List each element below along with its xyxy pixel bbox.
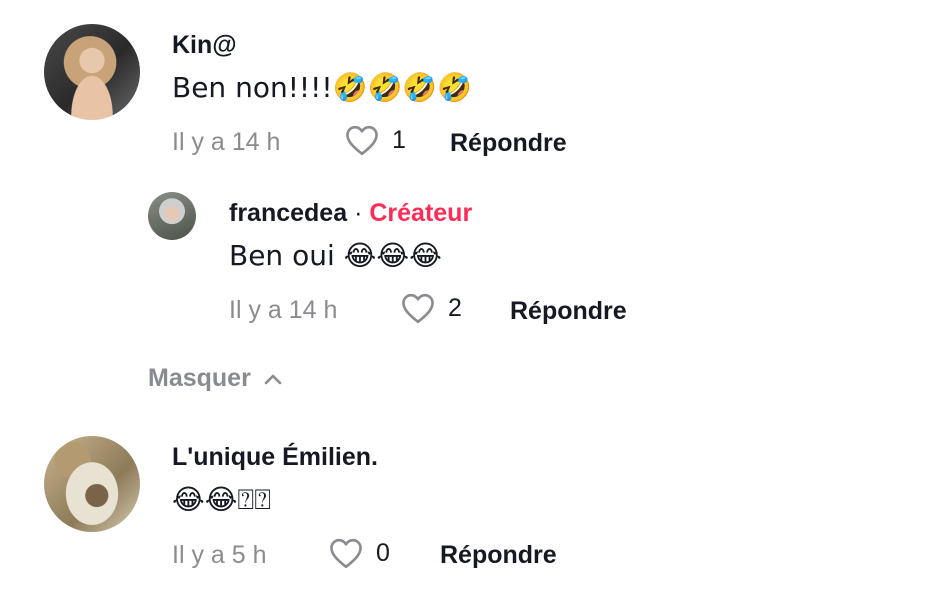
avatar[interactable] xyxy=(44,436,140,532)
creator-badge: Créateur xyxy=(369,199,473,227)
comment-timestamp: Il y a 14 h xyxy=(172,128,281,156)
reply-button[interactable]: Répondre xyxy=(440,541,557,570)
comment-text: 😂😂⍰⍰ xyxy=(172,483,272,516)
hide-replies-label: Masquer xyxy=(148,364,251,392)
comment-username-row: francedea · Créateur xyxy=(229,199,472,228)
like-button[interactable]: 2 xyxy=(400,292,462,324)
separator-dot: · xyxy=(354,199,363,227)
like-button[interactable]: 1 xyxy=(344,124,406,156)
avatar[interactable] xyxy=(148,192,196,240)
comment-username[interactable]: Kin@ xyxy=(172,31,237,60)
comment-text: Ben non!!!!🤣🤣🤣🤣 xyxy=(172,71,473,104)
like-count: 1 xyxy=(392,125,406,154)
hide-replies-button[interactable]: Masquer xyxy=(148,364,283,393)
comment-username[interactable]: L'unique Émilien. xyxy=(172,443,378,472)
reply-button[interactable]: Répondre xyxy=(450,129,567,158)
avatar[interactable] xyxy=(44,24,140,120)
heart-outline-icon xyxy=(344,124,380,156)
like-count: 0 xyxy=(376,538,390,567)
like-count: 2 xyxy=(448,293,462,322)
heart-outline-icon xyxy=(400,292,436,324)
comment-text: Ben oui 😂😂😂 xyxy=(229,239,442,272)
like-button[interactable]: 0 xyxy=(328,537,390,569)
comment-username[interactable]: francedea xyxy=(229,199,347,227)
comment-timestamp: Il y a 14 h xyxy=(229,296,338,324)
reply-button[interactable]: Répondre xyxy=(510,297,627,326)
heart-outline-icon xyxy=(328,537,364,569)
chevron-up-icon xyxy=(263,364,283,393)
comment-timestamp: Il y a 5 h xyxy=(172,541,267,569)
